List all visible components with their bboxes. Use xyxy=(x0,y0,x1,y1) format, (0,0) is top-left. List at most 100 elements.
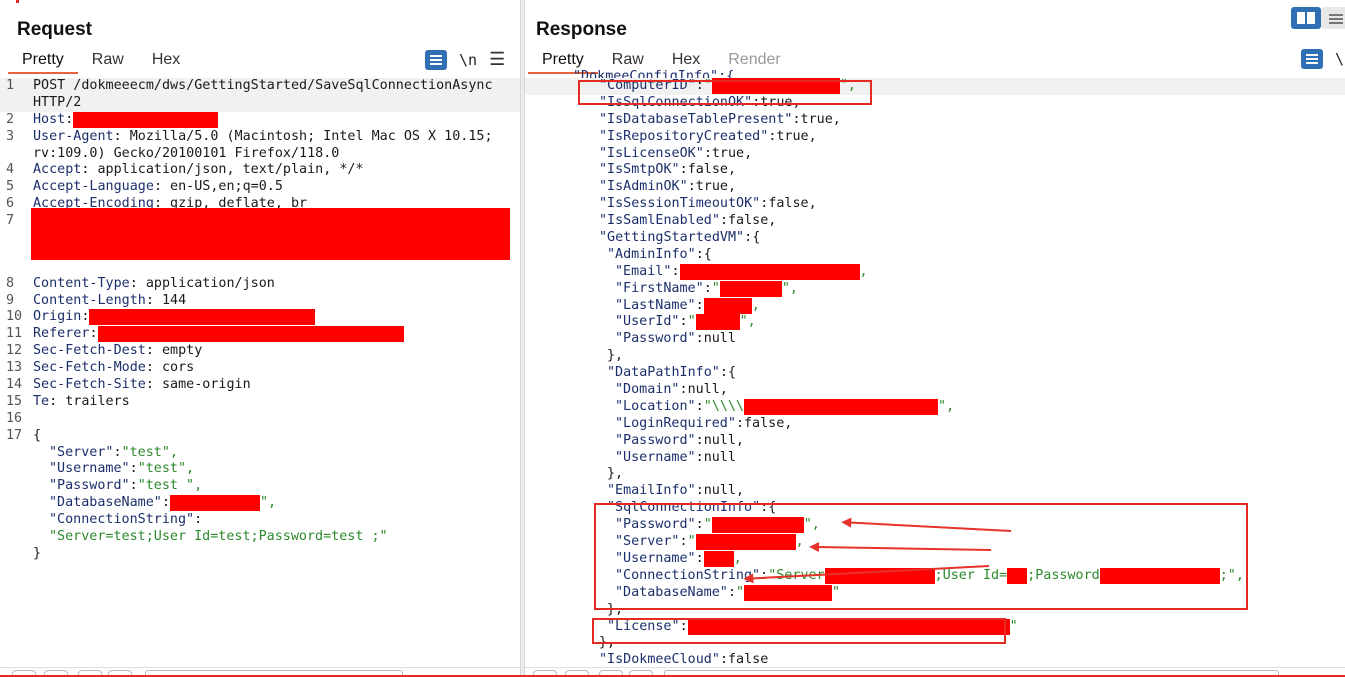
request-tabs: Pretty Raw Hex xyxy=(8,50,194,74)
response-line: "Email":, xyxy=(525,263,1345,281)
request-line: 16 xyxy=(0,411,520,428)
header-name: Sec-Fetch-Site xyxy=(33,376,146,392)
response-line: "AdminInfo":{ xyxy=(525,247,1345,264)
json-value-tail: " xyxy=(1009,618,1018,634)
json-value: { xyxy=(727,365,736,381)
json-value: false, xyxy=(687,162,737,178)
line-text: POST /dokmeeecm/dws/GettingStarted/SaveS… xyxy=(33,78,493,93)
response-line: "IsAdminOK":true, xyxy=(525,179,1345,196)
layout-toggle xyxy=(1291,7,1345,29)
response-line: "IsLicenseOK":true, xyxy=(525,146,1345,163)
request-toolbar: \n ☰ xyxy=(425,49,505,70)
word-wrap-icon[interactable] xyxy=(1301,49,1323,69)
request-tab-raw[interactable]: Raw xyxy=(78,50,138,74)
json-key: "IsSessionTimeoutOK" xyxy=(599,196,761,212)
line-text: empty xyxy=(153,343,203,359)
json-value: true, xyxy=(695,179,737,195)
response-pane: Response Pretty Raw Hex Render \n "Dokme… xyxy=(524,0,1345,677)
json-key: "Password" xyxy=(49,478,130,494)
request-editor[interactable]: 1 POST /dokmeeecm/dws/GettingStarted/Save… xyxy=(0,78,520,667)
colon: : xyxy=(695,432,704,448)
colon: : xyxy=(49,393,58,409)
json-key: "LastName" xyxy=(615,297,696,313)
json-value: false, xyxy=(768,196,817,212)
request-title: Request xyxy=(17,19,92,40)
colon: : xyxy=(679,382,688,398)
highlight-box-sqlconnectioninfo xyxy=(594,503,1248,610)
json-value: " xyxy=(711,280,720,296)
show-newlines-button[interactable]: \n xyxy=(459,51,477,69)
colon: : xyxy=(145,292,154,308)
request-body-line: "Server":"test", xyxy=(0,445,520,462)
response-line: "LastName":, xyxy=(525,297,1345,315)
json-key: "Location" xyxy=(615,398,696,414)
colon: : xyxy=(194,512,203,528)
colon: : xyxy=(679,162,688,178)
line-text: { xyxy=(33,427,42,443)
request-tab-hex[interactable]: Hex xyxy=(138,50,194,74)
menu-icon[interactable]: ☰ xyxy=(489,49,505,70)
colon: : xyxy=(129,478,138,494)
json-value: } xyxy=(33,545,42,561)
line-text: application/json, text/plain, */* xyxy=(89,162,364,178)
json-key: "IsDokmeeCloud" xyxy=(599,652,720,668)
header-name: Accept-Language xyxy=(33,179,154,195)
json-value: null, xyxy=(703,483,745,499)
colon: : xyxy=(695,449,704,465)
colon: : xyxy=(145,360,154,376)
request-line: 11 Referer: xyxy=(0,326,520,343)
json-value: null, xyxy=(687,382,728,398)
redaction xyxy=(744,398,938,415)
redaction xyxy=(703,297,752,314)
json-value: false xyxy=(728,652,769,668)
json-key: "ConnectionString" xyxy=(49,512,195,528)
response-title: Response xyxy=(536,19,627,40)
json-value: null xyxy=(703,331,736,347)
request-body-line: "Password":"test ", xyxy=(0,478,520,495)
request-tab-pretty[interactable]: Pretty xyxy=(8,50,78,74)
header-name: Referer xyxy=(33,326,90,342)
json-key: "IsLicenseOK" xyxy=(599,145,704,161)
response-line: }, xyxy=(525,466,1345,483)
highlight-box-license xyxy=(592,618,1006,644)
json-value-tail: ", xyxy=(781,280,798,296)
list-view-icon[interactable] xyxy=(1321,7,1345,29)
colon: : xyxy=(695,297,704,313)
colon: : xyxy=(113,128,122,144)
show-newlines-button[interactable]: \n xyxy=(1335,50,1345,68)
line-number: 11 xyxy=(6,326,23,342)
colon: : xyxy=(719,213,728,229)
json-value-tail: ", xyxy=(739,314,756,330)
colon: : xyxy=(65,111,74,127)
colon: : xyxy=(129,275,138,291)
redaction xyxy=(719,280,782,297)
json-value: true, xyxy=(776,128,817,144)
line-number: 8 xyxy=(6,275,15,291)
word-wrap-icon[interactable] xyxy=(425,49,447,70)
response-line: "Location":"\\\\ ", xyxy=(525,398,1345,416)
colon: : xyxy=(695,331,704,347)
json-key: "GettingStartedVM" xyxy=(599,230,745,246)
response-line: }, xyxy=(525,348,1345,365)
json-value: false, xyxy=(744,415,793,431)
line-number: 17 xyxy=(6,427,23,443)
line-number: 2 xyxy=(6,111,15,127)
header-name: Content-Length xyxy=(33,292,146,308)
corner-mark xyxy=(16,0,19,3)
json-value: }, xyxy=(607,466,624,482)
line-text: trailers xyxy=(57,393,130,409)
response-line: "Domain":null, xyxy=(525,382,1345,399)
json-key: "AdminInfo" xyxy=(607,246,696,262)
line-text: cors xyxy=(153,360,195,376)
split-view-icon[interactable] xyxy=(1291,7,1321,29)
response-line: "Username":null xyxy=(525,450,1345,467)
colon: : xyxy=(695,246,704,262)
header-name: Content-Type xyxy=(33,275,130,291)
redaction xyxy=(89,309,316,326)
line-number: 9 xyxy=(6,292,15,308)
colon: : xyxy=(687,179,696,195)
json-value: "\\\\ xyxy=(703,398,744,414)
line-number: 3 xyxy=(6,128,15,144)
json-value: "test", xyxy=(121,444,178,460)
line-text: en-US,en;q=0.5 xyxy=(162,179,283,195)
